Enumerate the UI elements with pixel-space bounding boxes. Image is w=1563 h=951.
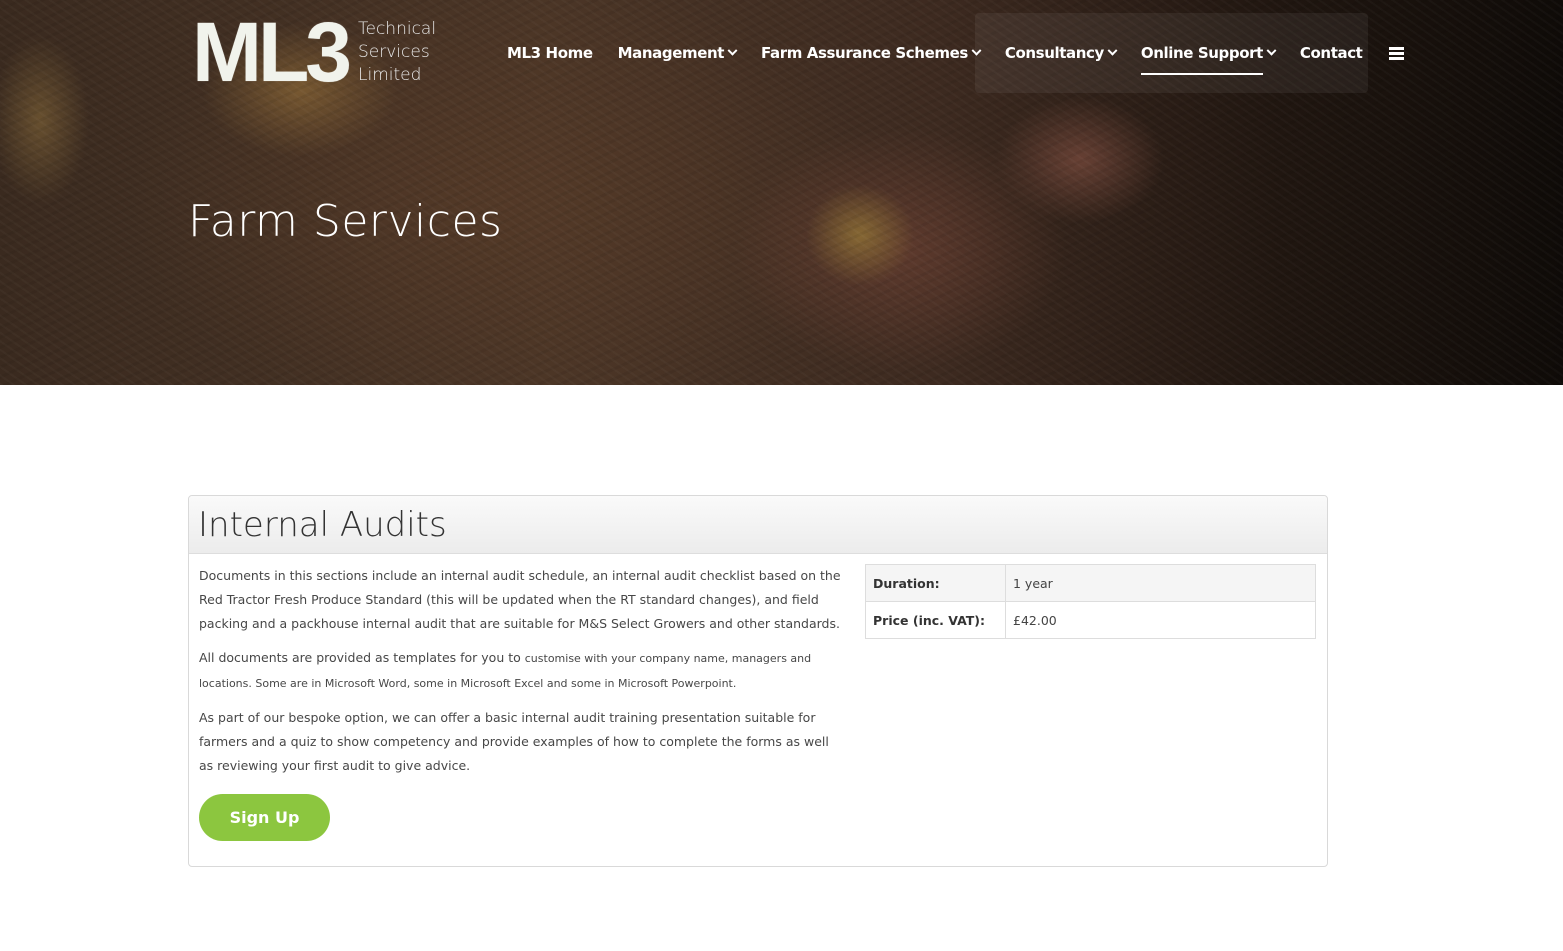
- panel-header: Internal Audits: [189, 496, 1327, 554]
- nav-item-management[interactable]: Management: [617, 44, 738, 62]
- product-details-table: Duration: 1 year Price (inc. VAT): £42.0…: [865, 564, 1316, 639]
- nav-item-label: Online Support: [1140, 44, 1263, 62]
- description-paragraph: As part of our bespoke option, we can of…: [199, 710, 829, 773]
- chevron-down-icon: [1107, 45, 1118, 56]
- nav-item-label: Management: [617, 44, 725, 62]
- product-description: Documents in this sections include an in…: [199, 564, 844, 788]
- logo-line: Limited: [358, 64, 422, 85]
- price-value: £42.00: [1005, 601, 1316, 639]
- chevron-down-icon: [971, 45, 982, 56]
- duration-label: Duration:: [865, 564, 1006, 602]
- main-nav: ML3 Home Management Farm Assurance Schem…: [507, 40, 1405, 75]
- nav-item-label: ML3 Home: [507, 44, 593, 62]
- description-paragraph: All documents are provided as templates …: [199, 646, 844, 696]
- nav-item-ml3-home[interactable]: ML3 Home: [507, 44, 593, 62]
- sign-up-button[interactable]: Sign Up: [199, 794, 330, 841]
- hamburger-icon[interactable]: [1389, 46, 1405, 60]
- product-panel: Internal Audits Documents in this sectio…: [188, 495, 1328, 867]
- chevron-down-icon: [727, 45, 738, 56]
- table-row: Duration: 1 year: [865, 564, 1316, 602]
- product-title: Internal Audits: [198, 504, 447, 545]
- hero-banner: ML3 Technical Services Limited ML3 Home …: [0, 0, 1563, 385]
- logo-mark: ML3: [192, 5, 352, 99]
- description-paragraph: Documents in this sections include an in…: [199, 568, 841, 631]
- logo-line: Services: [358, 41, 430, 62]
- page-title: Farm Services: [188, 196, 503, 247]
- nav-item-farm-assurance-schemes[interactable]: Farm Assurance Schemes: [761, 44, 982, 62]
- nav-item-consultancy[interactable]: Consultancy: [1004, 44, 1118, 62]
- logo-text: Technical Services Limited: [358, 18, 436, 87]
- site-logo[interactable]: ML3 Technical Services Limited: [192, 5, 436, 99]
- price-label: Price (inc. VAT):: [865, 601, 1006, 639]
- nav-item-contact[interactable]: Contact: [1300, 44, 1363, 62]
- description-lead: All documents are provided as templates …: [199, 650, 525, 665]
- table-row: Price (inc. VAT): £42.00: [865, 601, 1316, 639]
- nav-item-label: Farm Assurance Schemes: [761, 44, 968, 62]
- logo-line: Technical: [358, 18, 437, 39]
- nav-item-label: Contact: [1299, 44, 1363, 62]
- nav-item-online-support[interactable]: Online Support: [1140, 44, 1277, 75]
- chevron-down-icon: [1266, 45, 1277, 56]
- nav-item-label: Consultancy: [1004, 44, 1104, 62]
- duration-value: 1 year: [1005, 564, 1316, 602]
